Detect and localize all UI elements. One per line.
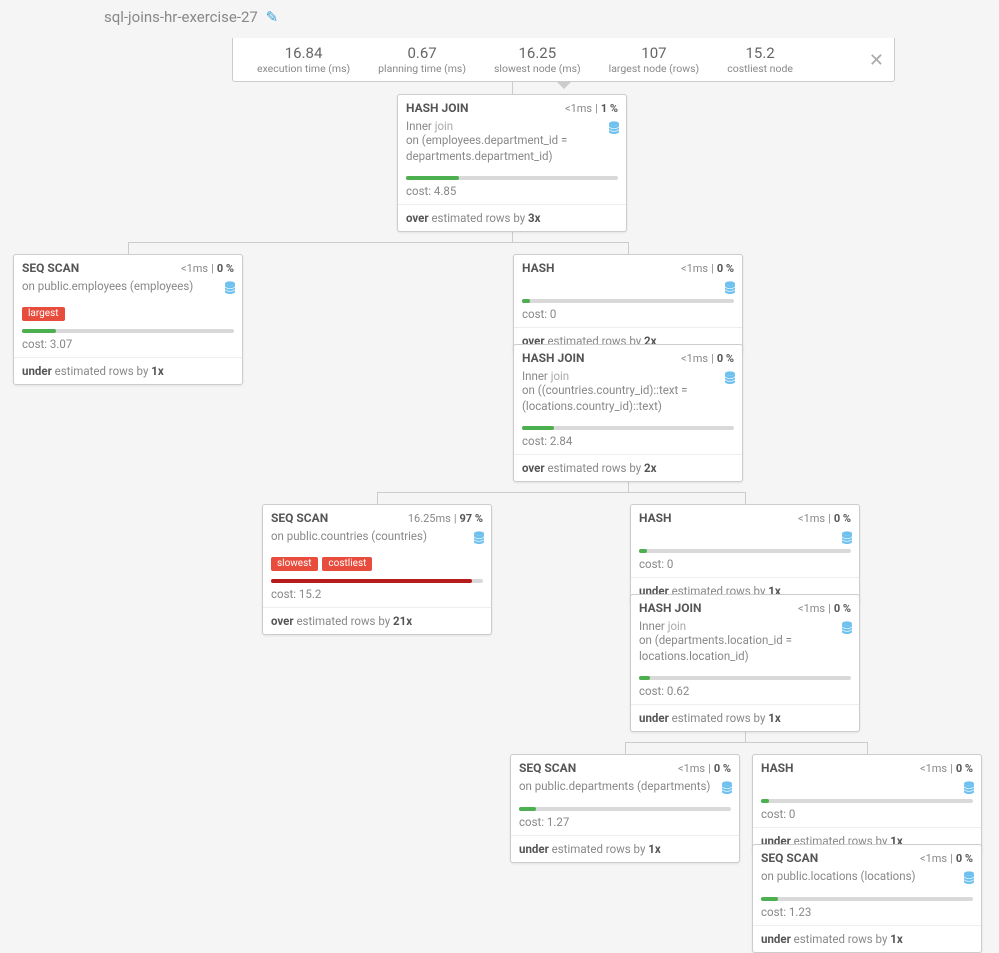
node-hash-2[interactable]: HASH <1ms|0 % cost: 0 under estimated ro… <box>630 504 860 605</box>
close-icon[interactable]: ✕ <box>869 50 884 71</box>
node-title: HASH <box>761 761 920 775</box>
tag-largest: largest <box>22 307 65 321</box>
plan-tree: HASH JOIN <1ms|1 % Inner join on (employ… <box>0 82 999 952</box>
summary-exec-time: 16.84 execution time (ms) <box>243 44 364 75</box>
database-icon <box>224 281 236 298</box>
node-title: HASH JOIN <box>639 601 798 615</box>
node-seq-scan-locations[interactable]: SEQ SCAN <1ms|0 % on public.locations (l… <box>752 844 982 953</box>
database-icon <box>724 281 736 298</box>
database-icon <box>608 121 620 138</box>
database-icon <box>721 781 733 798</box>
database-icon <box>841 531 853 548</box>
edit-icon[interactable]: ✎ <box>266 8 279 26</box>
node-title: SEQ SCAN <box>271 511 408 525</box>
node-title: HASH <box>522 261 681 275</box>
node-hash-join-root[interactable]: HASH JOIN <1ms|1 % Inner join on (employ… <box>397 94 627 232</box>
database-icon <box>473 531 485 548</box>
database-icon <box>963 781 975 798</box>
page-title: sql-joins-hr-exercise-27 ✎ <box>0 0 999 38</box>
node-hash-1[interactable]: HASH <1ms|0 % cost: 0 over estimated row… <box>513 254 743 355</box>
node-title: SEQ SCAN <box>519 761 678 775</box>
summary-planning-time: 0.67 planning time (ms) <box>364 44 480 75</box>
title-text: sql-joins-hr-exercise-27 <box>104 8 258 26</box>
database-icon <box>841 621 853 638</box>
node-stats: <1ms|1 % <box>565 102 618 115</box>
node-title: HASH <box>639 511 798 525</box>
summary-largest-node: 107 largest node (rows) <box>595 44 714 75</box>
node-seq-scan-employees[interactable]: SEQ SCAN <1ms|0 % on public.employees (e… <box>13 254 243 385</box>
node-title: HASH JOIN <box>406 101 565 115</box>
node-title: SEQ SCAN <box>22 261 181 275</box>
node-hash-join-countries[interactable]: HASH JOIN <1ms|0 % Inner join on ((count… <box>513 344 743 482</box>
tag-slowest: slowest <box>271 557 318 571</box>
node-hash-join-departments[interactable]: HASH JOIN <1ms|0 % Inner join on (depart… <box>630 594 860 732</box>
summary-bar: 16.84 execution time (ms) 0.67 planning … <box>232 38 895 82</box>
tag-costliest: costliest <box>322 557 372 571</box>
summary-costliest-node: 15.2 costliest node <box>713 44 807 75</box>
node-title: SEQ SCAN <box>761 851 920 865</box>
database-icon <box>724 371 736 388</box>
summary-slowest-node: 16.25 slowest node (ms) <box>480 44 595 75</box>
node-seq-scan-departments[interactable]: SEQ SCAN <1ms|0 % on public.departments … <box>510 754 740 863</box>
database-icon <box>963 871 975 888</box>
node-seq-scan-countries[interactable]: SEQ SCAN 16.25ms|97 % on public.countrie… <box>262 504 492 635</box>
node-hash-3[interactable]: HASH <1ms|0 % cost: 0 under estimated ro… <box>752 754 982 855</box>
node-title: HASH JOIN <box>522 351 681 365</box>
